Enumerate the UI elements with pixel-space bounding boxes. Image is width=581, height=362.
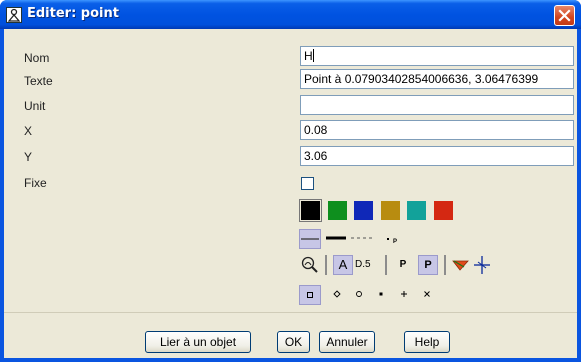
line-points-button[interactable]: P [384,231,400,251]
axis-button[interactable] [473,255,491,275]
text-caret [312,49,314,62]
line-solid-thick-button[interactable] [299,229,321,249]
annuler-button[interactable]: Annuler [319,331,375,353]
dashed-line-icon [351,237,373,239]
p2-label: P [424,259,432,271]
unit-label: Unit [24,99,46,113]
color-swatch[interactable] [328,201,347,220]
line-point-p-label: P [393,239,398,245]
window-title: Editer: point [27,6,119,21]
x-label: X [24,124,33,138]
point-style-dot-button[interactable] [373,285,389,305]
solid-line-icon [301,238,319,240]
thick-line-icon [326,236,346,240]
text-a-label: A [338,257,348,272]
help-button[interactable]: Help [404,331,450,353]
nom-field[interactable]: H [300,46,574,66]
magnifier-button[interactable] [299,255,321,275]
diamond-icon [333,290,341,298]
x-value: 0.08 [304,123,328,137]
y-field[interactable]: 3.06 [300,146,574,166]
x-mark-icon [424,291,430,297]
toolbar-separator [444,255,446,275]
dot-icon [379,292,383,296]
plus-icon [401,291,407,297]
circle-icon [356,291,362,297]
show-name-button[interactable]: A [333,255,353,275]
button-separator [4,312,577,313]
texte-value: Point à 0.07903402854006636, 3.06476399 [304,72,539,86]
title-bar[interactable]: Editer: point [0,0,581,29]
annuler-button-label: Annuler [326,335,368,349]
p-label: P [399,259,407,270]
pencil-arrow-icon [452,260,469,271]
fixe-label: Fixe [24,176,47,190]
fixe-checkbox[interactable] [301,177,314,190]
point-style-x-button[interactable] [419,285,435,305]
help-button-label: Help [414,335,440,349]
texte-label: Texte [24,74,53,88]
toolbar-separator [385,255,387,275]
toolbar-separator [325,255,327,275]
color-swatch[interactable] [434,201,453,220]
color-swatch[interactable] [354,201,373,220]
x-field[interactable]: 0.08 [300,120,574,140]
y-label: Y [24,150,33,164]
trace-button[interactable] [451,255,471,275]
color-swatch[interactable] [407,201,426,220]
close-button[interactable] [554,5,575,26]
point-style-square-button[interactable] [299,285,321,305]
dialog-body: Nom Texte Unit X Y Fixe H Point à 0.0790… [4,29,577,358]
nom-value: H [304,49,313,63]
line-dashed-button[interactable] [350,229,374,249]
decimal-label: D.5 [355,259,371,270]
axis-icon [474,256,490,274]
point-style-circle-button[interactable] [351,285,367,305]
unit-field[interactable] [300,95,574,115]
color-swatch[interactable] [381,201,400,220]
ok-button[interactable]: OK [277,331,310,353]
lier-button[interactable]: Lier à un objet [145,331,251,353]
close-icon [558,9,571,22]
decimal-button[interactable]: D.5 [355,255,379,275]
color-swatch[interactable] [299,199,322,222]
y-value: 3.06 [304,149,328,163]
lier-button-label: Lier à un objet [159,335,237,349]
app-icon [6,7,22,23]
point-p-button[interactable]: P [394,255,412,275]
texte-field[interactable]: Point à 0.07903402854006636, 3.06476399 [300,69,574,89]
square-icon [307,292,313,298]
point-p2-button[interactable]: P [418,255,438,275]
magnifier-icon [301,256,318,273]
line-thick-button[interactable] [325,229,347,249]
point-style-diamond-button[interactable] [329,285,345,305]
ok-button-label: OK [284,335,303,349]
dialog-window: Editer: point Nom Texte Unit X Y Fixe H … [0,0,581,362]
point-line-icon [387,238,389,240]
point-style-cross-button[interactable] [396,285,412,305]
nom-label: Nom [24,51,50,65]
